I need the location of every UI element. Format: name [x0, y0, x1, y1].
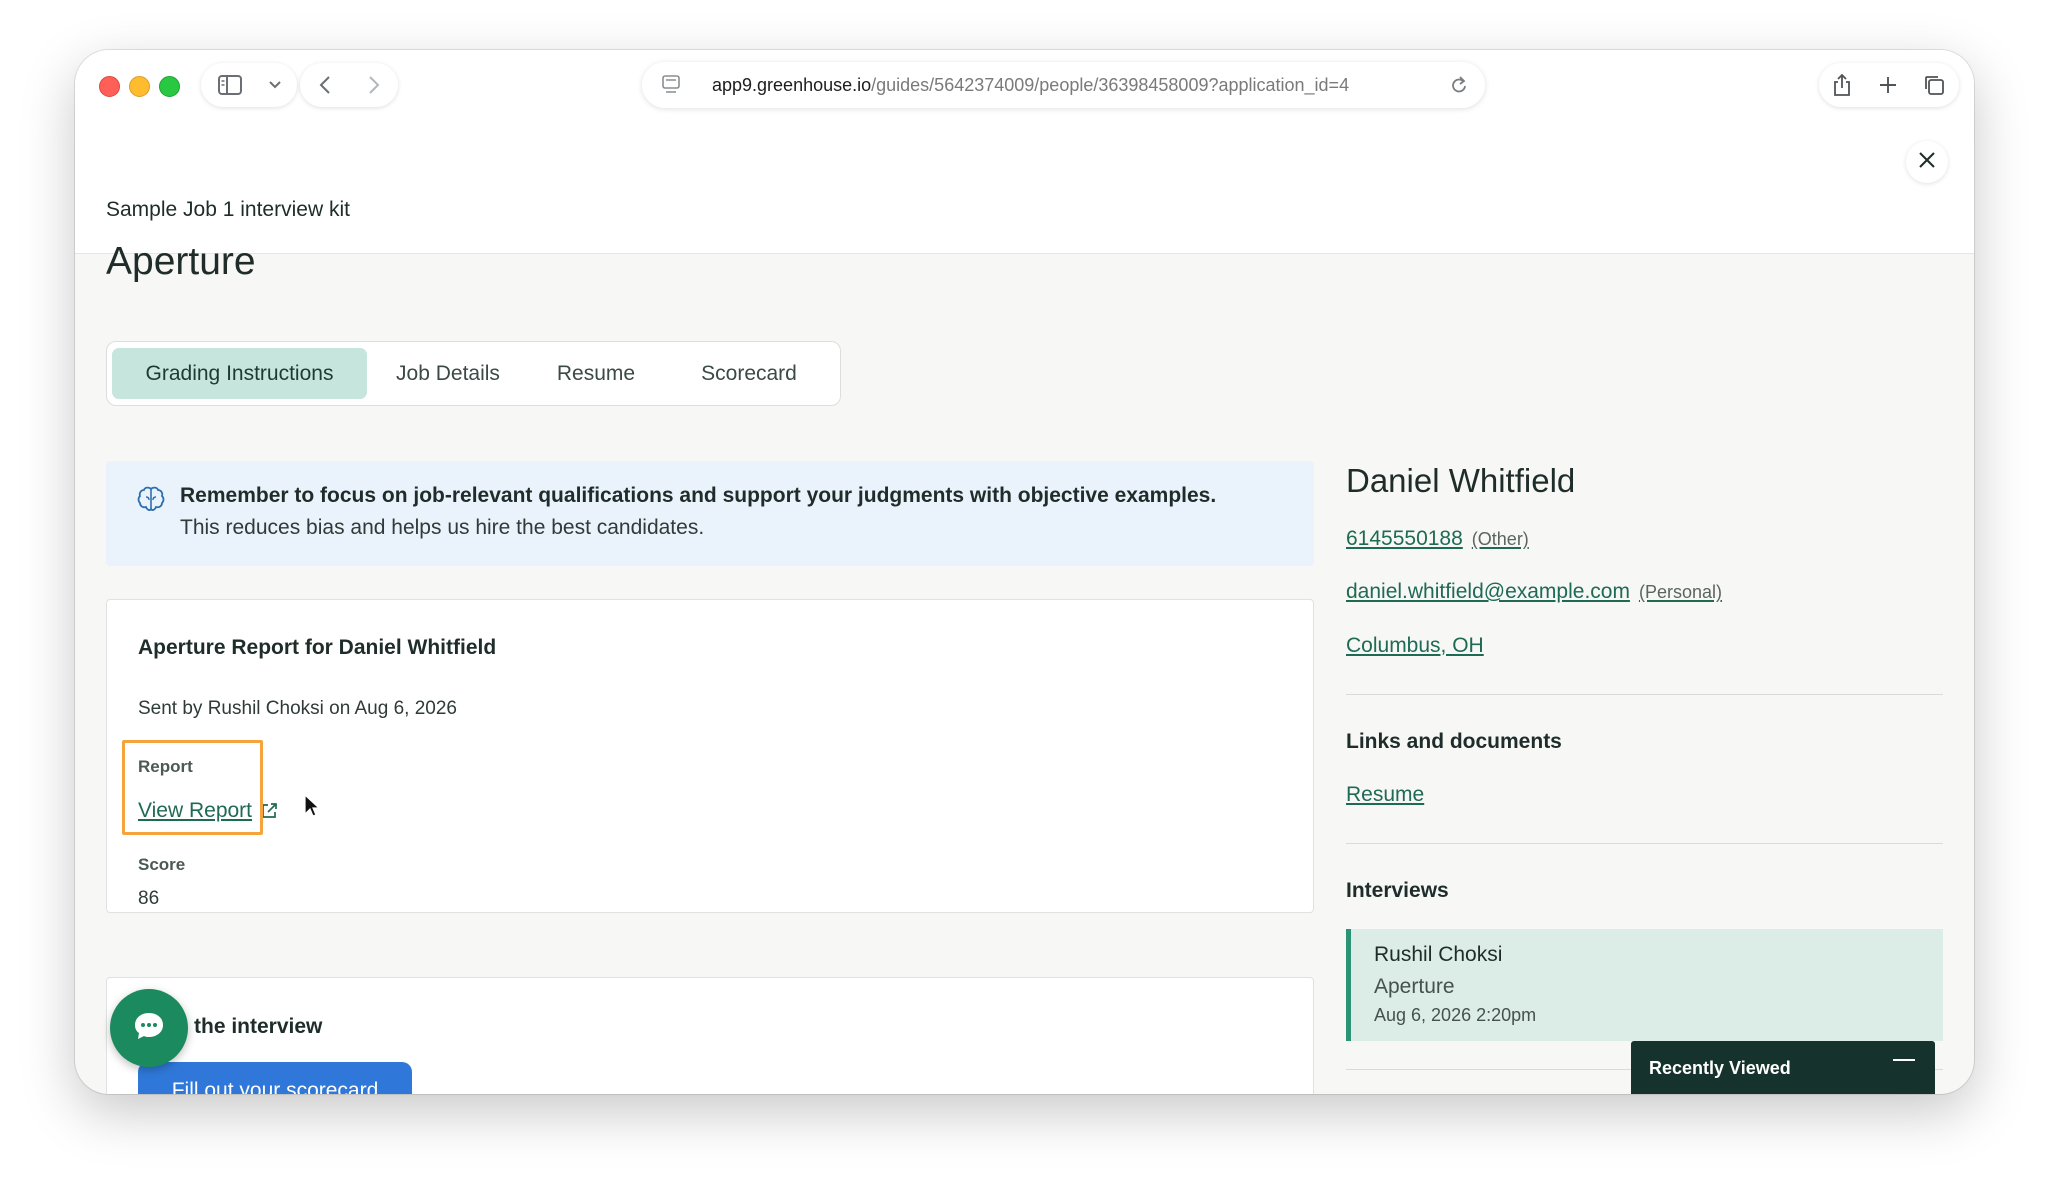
- candidate-email-row: daniel.whitfield@example.com (Personal): [1346, 580, 1722, 604]
- recently-viewed-label: Recently Viewed: [1649, 1058, 1791, 1078]
- interview-datetime: Aug 6, 2026 2:20pm: [1374, 1005, 1537, 1025]
- phone-type: (Other): [1471, 529, 1529, 549]
- url-path: /guides/5642374009/people/36398458009?ap…: [871, 75, 1350, 95]
- navigation-group: [300, 63, 398, 107]
- sidebar-icon[interactable]: [201, 63, 259, 107]
- sidebar-toggle-group: [201, 63, 297, 107]
- tab-resume[interactable]: Resume: [531, 348, 661, 399]
- banner-headline: Remember to focus on job-relevant qualif…: [180, 484, 1217, 507]
- window-actions-group: [1819, 63, 1959, 107]
- candidate-name: Daniel Whitfield: [1346, 462, 1576, 499]
- fill-out-scorecard-button[interactable]: Fill out your scorecard: [138, 1062, 412, 1094]
- tab-job-details[interactable]: Job Details: [373, 348, 523, 399]
- minimize-window-button[interactable]: [129, 76, 150, 97]
- report-card-title: Aperture Report for Daniel Whitfield: [138, 636, 497, 659]
- share-icon[interactable]: [1819, 63, 1865, 107]
- score-label: Score: [138, 855, 186, 874]
- bias-reminder-banner: Remember to focus on job-relevant qualif…: [106, 461, 1314, 566]
- new-tab-plus-icon[interactable]: [1865, 63, 1911, 107]
- candidate-phone-link[interactable]: 6145550188: [1346, 527, 1463, 550]
- close-icon: [1918, 151, 1936, 174]
- divider: [1346, 843, 1943, 844]
- url-host: app9.greenhouse.io: [712, 75, 872, 95]
- interview-card-title: the interview: [194, 1015, 323, 1038]
- links-documents-heading: Links and documents: [1346, 730, 1562, 753]
- browser-window: app9.greenhouse.io/guides/5642374009/peo…: [75, 50, 1974, 1094]
- tab-scorecard[interactable]: Scorecard: [669, 348, 829, 399]
- forward-arrow-icon[interactable]: [349, 63, 398, 107]
- report-highlight-box: [122, 740, 263, 835]
- divider: [1346, 694, 1943, 695]
- browser-toolbar: app9.greenhouse.io/guides/5642374009/peo…: [75, 50, 1974, 118]
- reload-icon[interactable]: [1449, 74, 1469, 101]
- brain-icon: [136, 485, 166, 520]
- close-window-button[interactable]: [99, 76, 120, 97]
- kit-title: Sample Job 1 interview kit: [106, 198, 350, 221]
- chevron-down-icon[interactable]: [259, 63, 291, 107]
- chat-button[interactable]: [110, 989, 188, 1067]
- candidate-phone-row: 6145550188 (Other): [1346, 527, 1529, 551]
- email-type: (Personal): [1638, 582, 1722, 602]
- sent-by-text: Sent by Rushil Choksi on Aug 6, 2026: [138, 698, 457, 719]
- interviews-heading: Interviews: [1346, 879, 1449, 902]
- mouse-cursor-icon: [304, 793, 321, 823]
- url-text: app9.greenhouse.io/guides/5642374009/peo…: [712, 75, 1372, 96]
- interview-job: Aperture: [1374, 975, 1455, 998]
- chat-bubble-icon: [132, 1009, 166, 1048]
- page-title: Aperture: [106, 240, 256, 283]
- back-arrow-icon[interactable]: [300, 63, 349, 107]
- recently-viewed-panel[interactable]: Recently Viewed: [1631, 1041, 1935, 1094]
- tab-grading-instructions[interactable]: Grading Instructions: [112, 348, 367, 399]
- minimize-icon[interactable]: [1893, 1059, 1915, 1061]
- score-value: 86: [138, 888, 160, 909]
- site-settings-icon[interactable]: [662, 75, 680, 100]
- tab-overview-icon[interactable]: [1911, 63, 1957, 107]
- interview-kit-header: Sample Job 1 interview kit: [75, 118, 1974, 254]
- resume-link[interactable]: Resume: [1346, 783, 1424, 807]
- address-bar[interactable]: app9.greenhouse.io/guides/5642374009/peo…: [642, 62, 1485, 108]
- candidate-location-link[interactable]: Columbus, OH: [1346, 634, 1484, 658]
- banner-subtext: This reduces bias and helps us hire the …: [180, 516, 705, 539]
- candidate-email-link[interactable]: daniel.whitfield@example.com: [1346, 580, 1630, 603]
- zoom-window-button[interactable]: [159, 76, 180, 97]
- interview-list-item[interactable]: Rushil Choksi Aperture Aug 6, 2026 2:20p…: [1346, 929, 1943, 1041]
- interviewer-name: Rushil Choksi: [1374, 943, 1503, 966]
- kit-tabs: Grading Instructions Job Details Resume …: [106, 341, 841, 406]
- close-kit-button[interactable]: [1906, 141, 1948, 183]
- aperture-report-card: Aperture Report for Daniel Whitfield Sen…: [106, 599, 1314, 913]
